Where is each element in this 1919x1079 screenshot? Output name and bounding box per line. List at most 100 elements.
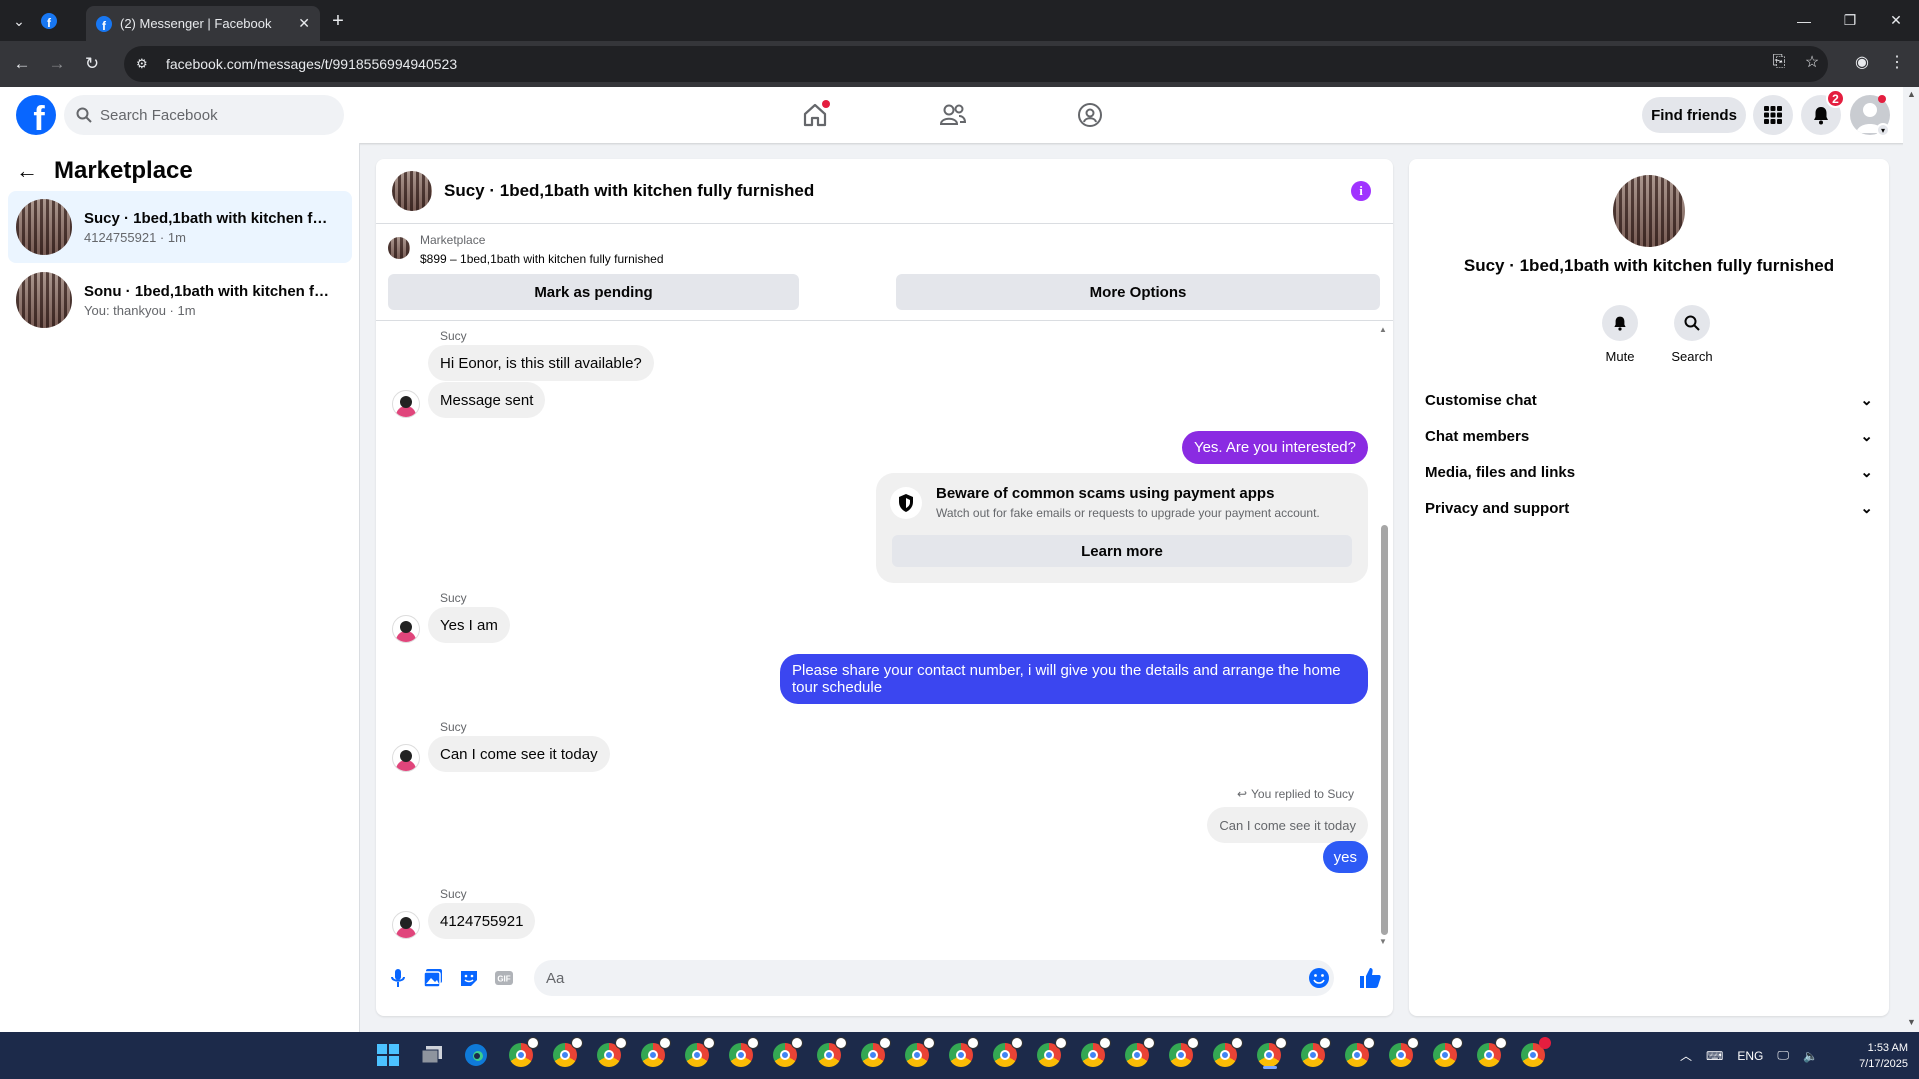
message-bubble-incoming[interactable]: Yes I am — [428, 607, 510, 643]
taskbar-clock[interactable]: 1:53 AM 7/17/2025 — [1838, 1040, 1908, 1072]
nav-groups-tab[interactable] — [1035, 87, 1145, 143]
more-options-button[interactable]: More Options — [896, 274, 1380, 310]
back-arrow-icon[interactable]: ← — [10, 52, 34, 76]
chrome-taskbar-icon[interactable] — [1387, 1037, 1419, 1069]
chrome-taskbar-icon[interactable] — [1475, 1037, 1507, 1069]
mark-as-pending-button[interactable]: Mark as pending — [388, 274, 799, 310]
chrome-taskbar-icon[interactable] — [903, 1037, 935, 1069]
chrome-taskbar-icon[interactable] — [859, 1037, 891, 1069]
message-bubble-incoming[interactable]: Hi Eonor, is this still available? — [428, 345, 654, 381]
install-app-icon[interactable]: ⎘ — [1768, 51, 1790, 73]
chat-avatar[interactable] — [392, 171, 432, 211]
scrollbar-thumb[interactable] — [1381, 525, 1388, 935]
message-bubble-incoming[interactable]: Can I come see it today — [428, 736, 610, 772]
tab-list-chevron-icon[interactable]: ⌄ — [6, 8, 32, 34]
search-in-chat-button[interactable]: Search — [1662, 305, 1722, 364]
chrome-taskbar-icon[interactable] — [1211, 1037, 1243, 1069]
chat-title[interactable]: Sucy · 1bed,1bath with kitchen fully fur… — [444, 181, 814, 201]
windows-start-icon[interactable] — [374, 1041, 402, 1069]
keyboard-icon[interactable]: ⌨ — [1706, 1049, 1723, 1063]
edge-browser-icon[interactable] — [462, 1041, 490, 1069]
site-info-icon[interactable]: ⚙ — [136, 56, 156, 72]
quoted-message[interactable]: Can I come see it today — [1207, 807, 1368, 843]
search-input[interactable] — [100, 106, 320, 124]
nav-home-tab[interactable] — [760, 87, 870, 143]
chat-scrollbar[interactable]: ▲ ▼ — [1379, 325, 1389, 946]
scroll-down-icon[interactable]: ▼ — [1379, 937, 1387, 946]
chrome-taskbar-icon[interactable] — [947, 1037, 979, 1069]
language-indicator[interactable]: ENG — [1737, 1049, 1763, 1063]
scroll-up-icon[interactable]: ▲ — [1907, 89, 1916, 99]
microphone-icon[interactable] — [386, 966, 410, 990]
chrome-taskbar-icon[interactable] — [507, 1037, 539, 1069]
chevron-down-icon[interactable]: ▾ — [1876, 123, 1890, 137]
pinned-tab-facebook[interactable]: f — [36, 8, 62, 34]
notifications-button[interactable]: 2 — [1801, 89, 1845, 135]
chrome-taskbar-icon[interactable] — [771, 1037, 803, 1069]
task-view-icon[interactable] — [418, 1041, 446, 1069]
message-bubble-outgoing[interactable]: Please share your contact number, i will… — [780, 654, 1368, 704]
chrome-taskbar-icon[interactable] — [1035, 1037, 1067, 1069]
back-arrow-icon[interactable]: ← — [16, 158, 38, 184]
chrome-taskbar-icon[interactable] — [727, 1037, 759, 1069]
section-customise-chat[interactable]: Customise chat ⌄ — [1425, 382, 1873, 418]
address-bar[interactable]: ⚙ facebook.com/messages/t/99185569949405… — [124, 46, 1828, 82]
browser-menu-icon[interactable]: ⋮ — [1886, 51, 1908, 73]
chrome-taskbar-icon[interactable] — [1519, 1037, 1551, 1069]
conversation-item-sucy[interactable]: Sucy · 1bed,1bath with kitchen fully fur… — [8, 191, 352, 263]
mute-button[interactable]: Mute — [1590, 305, 1650, 364]
sender-avatar[interactable] — [392, 911, 420, 939]
reload-icon[interactable]: ↻ — [80, 52, 104, 76]
page-scrollbar[interactable]: ▲ ▼ — [1903, 87, 1919, 1032]
profile-icon[interactable]: ◉ — [1851, 51, 1873, 73]
sticker-icon[interactable] — [457, 966, 481, 990]
chrome-taskbar-icon[interactable] — [683, 1037, 715, 1069]
scroll-down-icon[interactable]: ▼ — [1907, 1017, 1916, 1027]
message-bubble-incoming[interactable]: Message sent — [428, 382, 546, 418]
network-icon[interactable]: 🖵 — [1777, 1048, 1789, 1063]
find-friends-button[interactable]: Find friends — [1642, 97, 1746, 133]
facebook-logo[interactable]: f — [16, 95, 56, 135]
chrome-taskbar-icon[interactable] — [991, 1037, 1023, 1069]
photo-icon[interactable] — [421, 966, 445, 990]
chrome-taskbar-icon[interactable] — [1343, 1037, 1375, 1069]
chrome-taskbar-icon[interactable] — [815, 1037, 847, 1069]
scroll-up-icon[interactable]: ▲ — [1379, 325, 1387, 334]
chrome-taskbar-icon[interactable] — [1123, 1037, 1155, 1069]
gif-icon[interactable]: GIF — [492, 966, 516, 990]
sender-avatar[interactable] — [392, 615, 420, 643]
bookmark-star-icon[interactable]: ☆ — [1801, 51, 1823, 73]
thumbs-up-icon[interactable] — [1358, 966, 1382, 990]
search-box[interactable] — [64, 95, 344, 135]
new-tab-plus-icon[interactable]: + — [325, 8, 351, 34]
chrome-taskbar-icon[interactable] — [639, 1037, 671, 1069]
forward-arrow-icon[interactable]: → — [45, 52, 69, 76]
tab-close-icon[interactable]: ✕ — [298, 15, 310, 32]
message-input[interactable] — [534, 960, 1334, 996]
menu-grid-button[interactable] — [1753, 95, 1793, 135]
info-icon[interactable]: i — [1351, 181, 1371, 201]
restore-icon[interactable]: ❐ — [1827, 0, 1873, 41]
chrome-taskbar-icon[interactable] — [551, 1037, 583, 1069]
minimize-icon[interactable]: — — [1781, 0, 1827, 41]
chat-details-avatar[interactable] — [1613, 175, 1685, 247]
sender-avatar[interactable] — [392, 744, 420, 772]
nav-friends-tab[interactable] — [898, 87, 1008, 143]
volume-icon[interactable]: 🔈 — [1803, 1049, 1818, 1063]
section-privacy-support[interactable]: Privacy and support ⌄ — [1425, 490, 1873, 526]
chrome-taskbar-icon-active[interactable] — [1255, 1037, 1287, 1069]
chrome-taskbar-icon[interactable] — [1299, 1037, 1331, 1069]
listing-summary[interactable]: Marketplace $899 – 1bed,1bath with kitch… — [388, 233, 664, 266]
show-hidden-icons-chevron-icon[interactable]: ︿ — [1680, 1047, 1692, 1064]
section-chat-members[interactable]: Chat members ⌄ — [1425, 418, 1873, 454]
chrome-taskbar-icon[interactable] — [595, 1037, 627, 1069]
message-bubble-outgoing[interactable]: Yes. Are you interested? — [1181, 431, 1368, 464]
conversation-item-sonu[interactable]: Sonu · 1bed,1bath with kitchen fully fur… — [8, 264, 352, 336]
message-bubble-incoming[interactable]: 4124755921 — [428, 903, 536, 939]
chrome-taskbar-icon[interactable] — [1431, 1037, 1463, 1069]
window-close-icon[interactable]: ✕ — [1873, 0, 1919, 41]
browser-tab-active[interactable]: f (2) Messenger | Facebook ✕ — [86, 6, 320, 41]
section-media-files-links[interactable]: Media, files and links ⌄ — [1425, 454, 1873, 490]
message-bubble-outgoing[interactable]: yes — [1322, 841, 1368, 873]
sender-avatar[interactable] — [392, 390, 420, 418]
